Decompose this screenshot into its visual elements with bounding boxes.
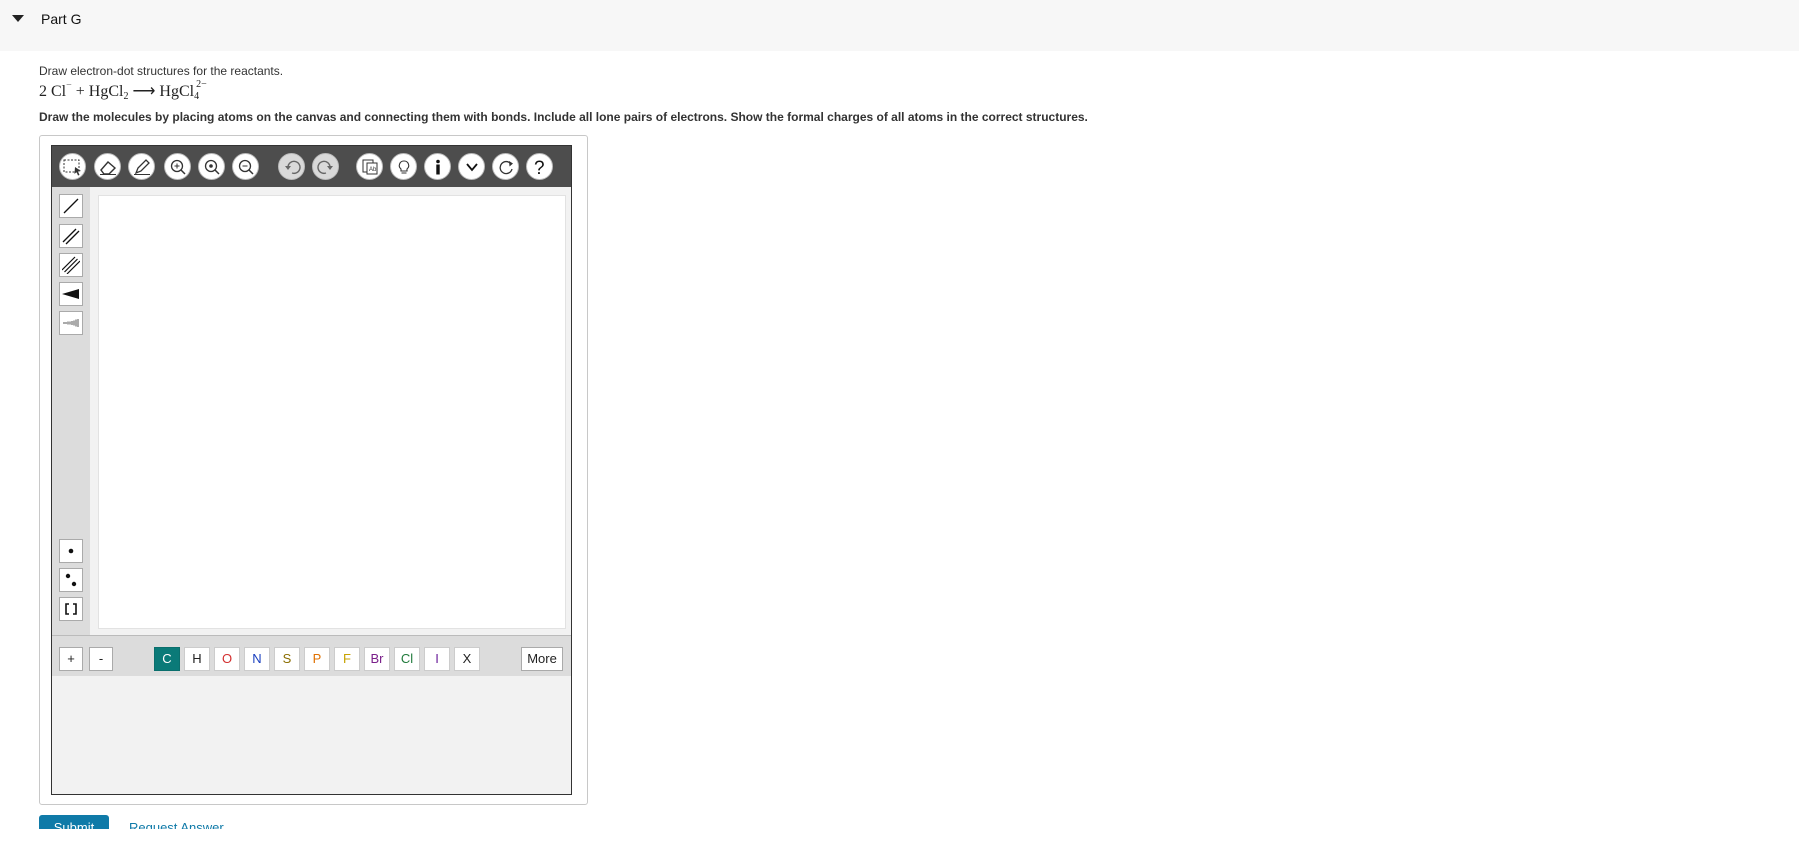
collapse-caret-icon[interactable] (12, 15, 24, 22)
editor-toolbar: Ab ? (52, 146, 571, 187)
electron-pair-icon[interactable] (59, 568, 83, 592)
element-button-i[interactable]: I (424, 647, 450, 671)
element-button-n[interactable]: N (244, 647, 270, 671)
chevron-down-icon[interactable] (458, 153, 485, 180)
wedge-bond-icon[interactable] (59, 282, 83, 306)
eq-product-charge: 2− (196, 79, 207, 90)
lightbulb-icon[interactable] (390, 153, 417, 180)
bracket-icon[interactable] (59, 597, 83, 621)
eq-plus: + (75, 83, 85, 100)
element-button-p[interactable]: P (304, 647, 330, 671)
element-button-f[interactable]: F (334, 647, 360, 671)
element-button-x[interactable]: X (454, 647, 480, 671)
element-button-br[interactable]: Br (364, 647, 390, 671)
viewport-bottom (0, 829, 1799, 850)
element-button-s[interactable]: S (274, 647, 300, 671)
drawing-instructions: Draw the molecules by placing atoms on t… (39, 110, 1088, 124)
element-button-c[interactable]: C (154, 647, 180, 671)
minus-charge-button[interactable]: - (89, 647, 113, 671)
element-button-cl[interactable]: Cl (394, 647, 420, 671)
element-button-h[interactable]: H (184, 647, 210, 671)
single-electron-icon[interactable] (59, 539, 83, 563)
eq-reactant-2-subscript: 2 (123, 91, 129, 102)
select-icon[interactable] (59, 153, 86, 180)
eq-product-subscript: 4 (194, 91, 200, 102)
eraser-icon[interactable] (94, 153, 121, 180)
redo-icon[interactable] (312, 153, 339, 180)
triple-bond-icon[interactable] (59, 253, 83, 277)
eq-reactant-1: Cl (51, 83, 67, 100)
zoom-fit-icon[interactable] (198, 153, 225, 180)
reaction-equation: 2 Cl− + HgCl2 ⟶ HgCl42− (39, 79, 207, 102)
element-button-o[interactable]: O (214, 647, 240, 671)
eq-product: HgCl (159, 83, 195, 100)
part-header[interactable]: Part G (0, 0, 1799, 51)
part-title: Part G (41, 11, 82, 27)
svg-text:Ab: Ab (369, 167, 377, 173)
reset-icon[interactable] (492, 153, 519, 180)
hash-bond-icon[interactable] (59, 311, 83, 335)
zoom-out-icon[interactable] (232, 153, 259, 180)
svg-text:?: ? (534, 158, 545, 177)
template-icon[interactable]: Ab (356, 153, 383, 180)
drawing-canvas[interactable] (98, 195, 566, 629)
eq-arrow: ⟶ (132, 83, 156, 100)
pencil-icon[interactable] (128, 153, 155, 180)
more-elements-button[interactable]: More (521, 647, 563, 671)
zoom-in-icon[interactable] (164, 153, 191, 180)
molecule-editor: Ab ? + - C H O N S P F Br Cl I X More (51, 145, 572, 795)
undo-icon[interactable] (278, 153, 305, 180)
help-icon[interactable]: ? (526, 153, 553, 180)
info-icon[interactable] (424, 153, 451, 180)
eq-coefficient: 2 (39, 83, 47, 100)
eq-reactant-2: HgCl (88, 83, 124, 100)
single-bond-icon[interactable] (59, 194, 83, 218)
bond-toolbar (52, 187, 90, 637)
question-prompt: Draw electron-dot structures for the rea… (39, 64, 284, 78)
double-bond-icon[interactable] (59, 224, 83, 248)
eq-reactant-1-charge: − (66, 80, 72, 91)
plus-charge-button[interactable]: + (59, 647, 83, 671)
element-toolbar: + - C H O N S P F Br Cl I X More (52, 635, 571, 676)
